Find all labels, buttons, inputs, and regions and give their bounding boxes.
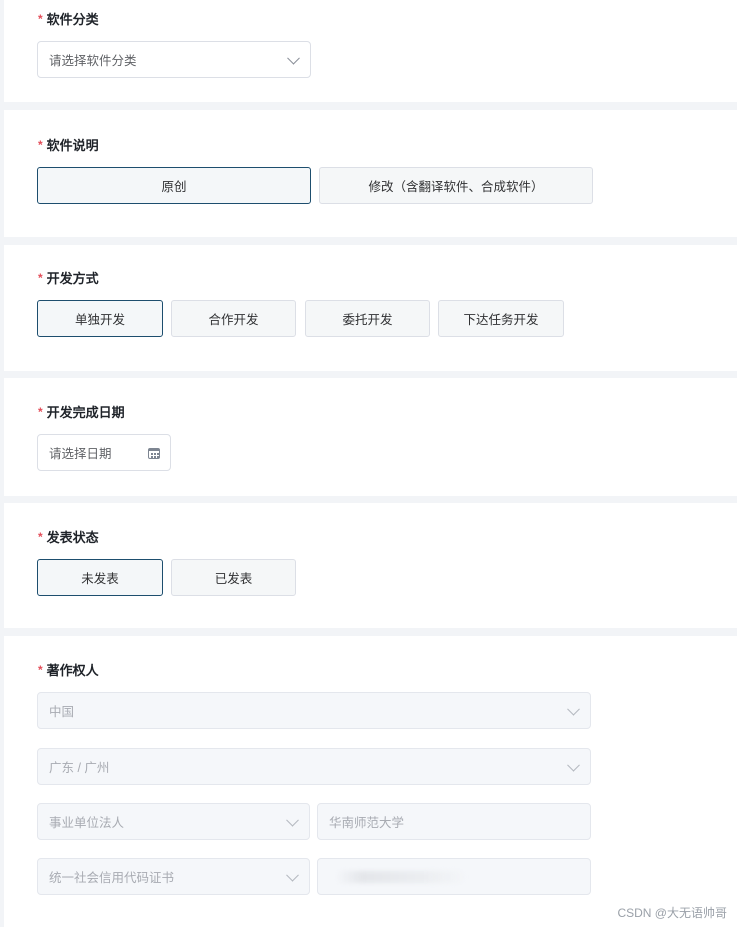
- country-value: 中国: [49, 705, 75, 719]
- card-software-description: * 软件说明 原创 修改（含翻译软件、合成软件）: [4, 110, 737, 237]
- software-category-label: * 软件分类: [38, 9, 99, 28]
- required-mark: *: [38, 662, 43, 677]
- chevron-down-icon: [567, 758, 580, 772]
- chevron-down-icon: [286, 868, 299, 882]
- completion-date-label-text: 开发完成日期: [46, 405, 125, 420]
- entity-name-input[interactable]: 华南师范大学: [317, 803, 591, 840]
- software-description-label: * 软件说明: [38, 135, 99, 154]
- completion-date-placeholder: 请选择日期: [49, 447, 112, 461]
- required-mark: *: [38, 270, 43, 285]
- dev-method-label: * 开发方式: [38, 268, 99, 287]
- id-type-value: 统一社会信用代码证书: [49, 871, 175, 885]
- calendar-icon: [148, 448, 160, 459]
- card-dev-method: * 开发方式 单独开发 合作开发 委托开发 下达任务开发: [4, 245, 737, 371]
- software-description-label-text: 软件说明: [46, 138, 99, 153]
- entity-type-value: 事业单位法人: [49, 816, 125, 830]
- watermark: CSDN @大无语帅哥: [617, 906, 727, 920]
- dev-method-option-commissioned[interactable]: 委托开发: [305, 300, 430, 337]
- software-category-label-text: 软件分类: [46, 12, 99, 27]
- publish-status-label: * 发表状态: [38, 527, 99, 546]
- dev-method-label-text: 开发方式: [46, 271, 99, 286]
- redacted-value: [336, 871, 466, 883]
- software-category-select[interactable]: 请选择软件分类: [37, 41, 311, 78]
- software-category-placeholder: 请选择软件分类: [49, 54, 137, 68]
- completion-date-picker[interactable]: 请选择日期: [37, 434, 171, 471]
- card-software-category: * 软件分类 请选择软件分类: [4, 0, 737, 102]
- copyright-holder-label-text: 著作权人: [46, 663, 99, 678]
- dev-method-option-solo[interactable]: 单独开发: [37, 300, 163, 337]
- country-select[interactable]: 中国: [37, 692, 591, 729]
- description-option-original[interactable]: 原创: [37, 167, 311, 204]
- required-mark: *: [38, 404, 43, 419]
- dev-method-option-assigned[interactable]: 下达任务开发: [438, 300, 564, 337]
- entity-name-value: 华南师范大学: [329, 816, 405, 830]
- dev-method-option-cooperative[interactable]: 合作开发: [171, 300, 296, 337]
- publish-status-option-published[interactable]: 已发表: [171, 559, 296, 596]
- id-type-select[interactable]: 统一社会信用代码证书: [37, 858, 310, 895]
- publish-status-option-unpublished[interactable]: 未发表: [37, 559, 163, 596]
- required-mark: *: [38, 11, 43, 26]
- chevron-down-icon: [286, 813, 299, 827]
- card-completion-date: * 开发完成日期 请选择日期: [4, 378, 737, 496]
- required-mark: *: [38, 137, 43, 152]
- card-publish-status: * 发表状态 未发表 已发表: [4, 503, 737, 628]
- copyright-holder-label: * 著作权人: [38, 660, 99, 679]
- region-value: 广东 / 广州: [49, 761, 110, 775]
- required-mark: *: [38, 529, 43, 544]
- region-select[interactable]: 广东 / 广州: [37, 748, 591, 785]
- entity-type-select[interactable]: 事业单位法人: [37, 803, 310, 840]
- publish-status-label-text: 发表状态: [46, 530, 99, 545]
- id-number-input[interactable]: [317, 858, 591, 895]
- completion-date-label: * 开发完成日期: [38, 402, 125, 421]
- chevron-down-icon: [567, 702, 580, 716]
- card-copyright-holder: * 著作权人 中国 广东 / 广州 事业单位法人 华南师范大学 统一社会信用代码…: [4, 636, 737, 927]
- chevron-down-icon: [287, 51, 300, 65]
- description-option-modified[interactable]: 修改（含翻译软件、合成软件）: [319, 167, 593, 204]
